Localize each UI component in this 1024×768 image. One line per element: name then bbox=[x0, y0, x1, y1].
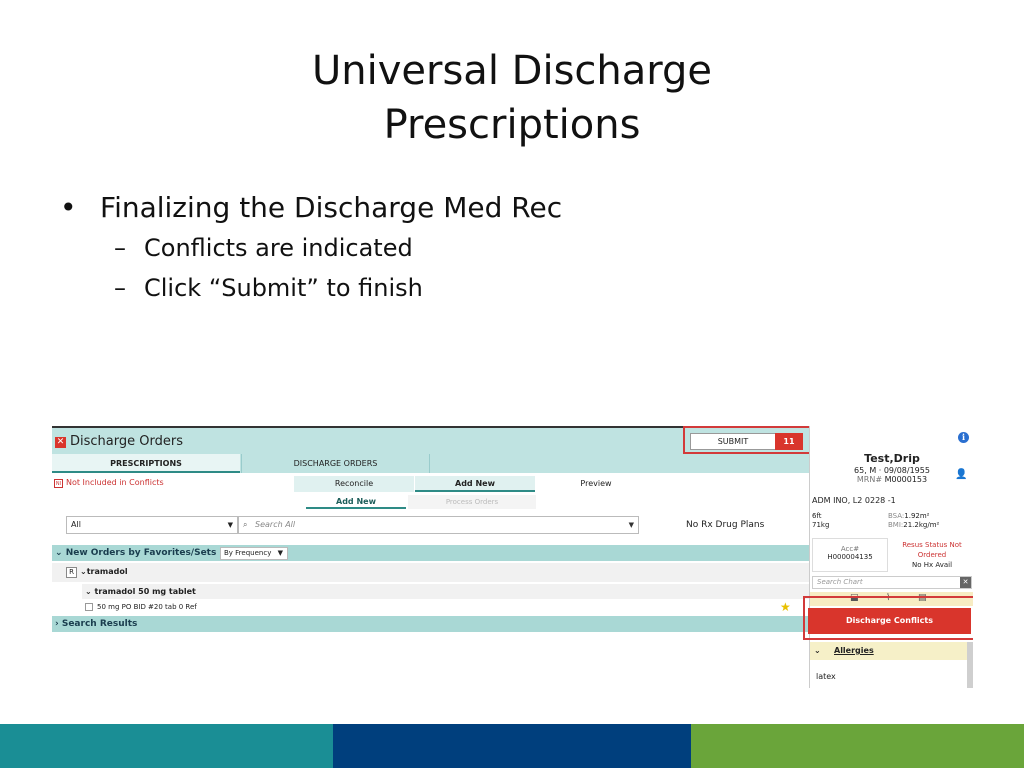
account-box: Acc# H000004135 bbox=[812, 538, 888, 572]
title-line-2: Prescriptions bbox=[383, 102, 641, 148]
sub-bullet-text: Click “Submit” to finish bbox=[144, 274, 423, 302]
no-hx-text: No Hx Avail bbox=[911, 561, 953, 569]
ehr-screenshot: ✕ Discharge Orders SUBMIT 11 PRESCRIPTIO… bbox=[52, 426, 973, 688]
filter-select-value: All bbox=[71, 520, 81, 529]
action-row: NI Not Included in Conflicts Reconcile Ad… bbox=[52, 474, 809, 493]
discharge-conflicts-button[interactable]: Discharge Conflicts bbox=[808, 608, 971, 634]
tramadol-tablet-label: tramadol 50 mg tablet bbox=[94, 587, 196, 596]
tramadol-tablet-row[interactable]: ⌄ tramadol 50 mg tablet bbox=[82, 584, 809, 599]
not-included-label: NI Not Included in Conflicts bbox=[54, 478, 164, 488]
chevron-down-icon: ⌄ bbox=[80, 567, 87, 576]
bullet-glyph: • bbox=[60, 191, 77, 224]
clear-icon[interactable]: ✕ bbox=[960, 577, 971, 588]
tramadol-group-text: tramadol bbox=[86, 567, 128, 576]
search-results-label: Search Results bbox=[61, 619, 138, 629]
patient-bmi: BMI:21.2kg/m² bbox=[888, 521, 939, 529]
order-option-text: 50 mg PO BID #20 tab 0 Ref bbox=[97, 603, 197, 611]
footer-band-green bbox=[691, 724, 1024, 768]
chevron-down-icon: ▼ bbox=[227, 521, 233, 529]
add-new-button[interactable]: Add New bbox=[306, 495, 406, 509]
orders-title: Discharge Orders bbox=[70, 434, 183, 449]
tab-discharge-orders[interactable]: DISCHARGE ORDERS bbox=[241, 454, 429, 473]
tab-prescriptions[interactable]: PRESCRIPTIONS bbox=[52, 454, 240, 473]
close-icon[interactable]: ✕ bbox=[55, 437, 66, 448]
conflicts-highlight: Discharge Conflicts bbox=[803, 596, 973, 640]
footer-band-navy bbox=[333, 724, 691, 768]
favorites-band[interactable]: ⌄ New Orders by Favorites/Sets By Freque… bbox=[52, 545, 809, 561]
allergies-link[interactable]: Allergies bbox=[834, 642, 874, 660]
footer-band-teal bbox=[0, 724, 333, 768]
search-placeholder: Search All bbox=[255, 520, 296, 529]
frequency-select[interactable]: By Frequency ▼ bbox=[220, 547, 288, 560]
submit-button[interactable]: SUBMIT bbox=[690, 433, 776, 450]
search-input[interactable]: ⌕ Search All ▼ bbox=[238, 516, 639, 534]
mrn-label: MRN# bbox=[856, 475, 883, 484]
no-rx-label: No Rx Drug Plans bbox=[686, 520, 765, 530]
patient-name: Test,Drip bbox=[864, 452, 920, 465]
tramadol-group-label: ⌄tramadol bbox=[80, 567, 128, 576]
conflict-count-badge[interactable]: 11 bbox=[775, 433, 803, 450]
search-icon: ⌕ bbox=[243, 520, 248, 529]
order-tabs: PRESCRIPTIONS DISCHARGE ORDERS bbox=[52, 454, 809, 473]
order-checkbox[interactable] bbox=[85, 603, 93, 611]
tab-add-new[interactable]: Add New bbox=[415, 476, 535, 492]
admission-info: ADM INO, L2 0228 -1 bbox=[812, 496, 896, 505]
patient-demographics: 65, M · 09/08/1955 bbox=[854, 466, 930, 475]
chevron-down-icon: ▼ bbox=[277, 549, 283, 557]
dash-glyph: – bbox=[114, 274, 126, 302]
tab-reconcile[interactable]: Reconcile bbox=[294, 476, 414, 492]
favorites-band-label: New Orders by Favorites/Sets bbox=[65, 548, 217, 558]
collapse-icon: › bbox=[55, 619, 62, 629]
sub-bullet: – Click “Submit” to finish bbox=[114, 268, 960, 308]
person-settings-icon[interactable]: 👤 bbox=[955, 469, 967, 480]
search-chart-placeholder: Search Chart bbox=[817, 578, 863, 586]
chevron-down-icon: ▼ bbox=[628, 521, 634, 529]
chevron-down-icon: ⌄ bbox=[85, 587, 95, 596]
resus-status[interactable]: Resus Status Not Ordered No Hx Avail bbox=[892, 538, 972, 572]
title-line-1: Universal Discharge bbox=[312, 48, 712, 94]
bsa-value: 1.92m² bbox=[904, 512, 930, 520]
bmi-value: 21.2kg/m² bbox=[903, 521, 940, 529]
bsa-label: BSA: bbox=[888, 512, 905, 520]
bullet-main-text: Finalizing the Discharge Med Rec bbox=[100, 191, 563, 224]
patient-panel: i Test,Drip 65, M · 09/08/1955 MRN# M000… bbox=[803, 426, 973, 688]
info-icon[interactable]: i bbox=[958, 432, 969, 443]
scrollbar[interactable] bbox=[967, 642, 973, 688]
rx-icon: R bbox=[66, 567, 77, 578]
not-included-icon: NI bbox=[54, 479, 63, 488]
process-orders-button[interactable]: Process Orders bbox=[408, 495, 536, 509]
filter-select[interactable]: All ▼ bbox=[66, 516, 238, 534]
sub-bullet: – Conflicts are indicated bbox=[114, 228, 960, 268]
favorite-star-icon[interactable]: ★ bbox=[780, 600, 791, 614]
patient-bsa: BSA:1.92m² bbox=[888, 512, 930, 520]
patient-weight: 71kg bbox=[812, 521, 830, 529]
acc-value: H000004135 bbox=[827, 553, 873, 561]
collapse-icon: ⌄ bbox=[55, 548, 66, 558]
mrn-value: M0000153 bbox=[884, 475, 928, 484]
tab-preview[interactable]: Preview bbox=[536, 476, 656, 492]
tramadol-group-row[interactable]: R ⌄tramadol bbox=[52, 563, 809, 582]
not-included-text: Not Included in Conflicts bbox=[66, 478, 164, 487]
bullet-main: • Finalizing the Discharge Med Rec bbox=[60, 188, 960, 228]
dash-glyph: – bbox=[114, 234, 126, 262]
bmi-label: BMI: bbox=[888, 521, 904, 529]
orders-panel: ✕ Discharge Orders SUBMIT 11 PRESCRIPTIO… bbox=[52, 426, 813, 688]
bullet-list: • Finalizing the Discharge Med Rec – Con… bbox=[60, 188, 960, 308]
search-chart-input[interactable]: Search Chart ✕ bbox=[812, 576, 972, 589]
frequency-select-value: By Frequency bbox=[224, 549, 272, 557]
resus-text: Resus Status Not Ordered bbox=[902, 541, 962, 559]
patient-height: 6ft bbox=[812, 512, 822, 520]
allergies-header[interactable]: ⌄ Allergies bbox=[810, 642, 968, 660]
slide-title: Universal Discharge Prescriptions bbox=[0, 44, 1024, 152]
patient-mrn: MRN# M0000153 bbox=[810, 475, 973, 484]
search-results-band[interactable]: › Search Results bbox=[52, 616, 809, 632]
sub-action-row: Add New Process Orders bbox=[52, 493, 809, 510]
tab-divider bbox=[429, 454, 430, 473]
submit-highlight: SUBMIT 11 bbox=[683, 426, 813, 454]
acc-label: Acc# bbox=[840, 545, 860, 553]
chevron-down-icon: ⌄ bbox=[814, 646, 821, 655]
sub-bullet-text: Conflicts are indicated bbox=[144, 234, 413, 262]
order-option-row[interactable]: 50 mg PO BID #20 tab 0 Ref bbox=[82, 600, 809, 614]
allergy-item: latex bbox=[816, 672, 836, 681]
